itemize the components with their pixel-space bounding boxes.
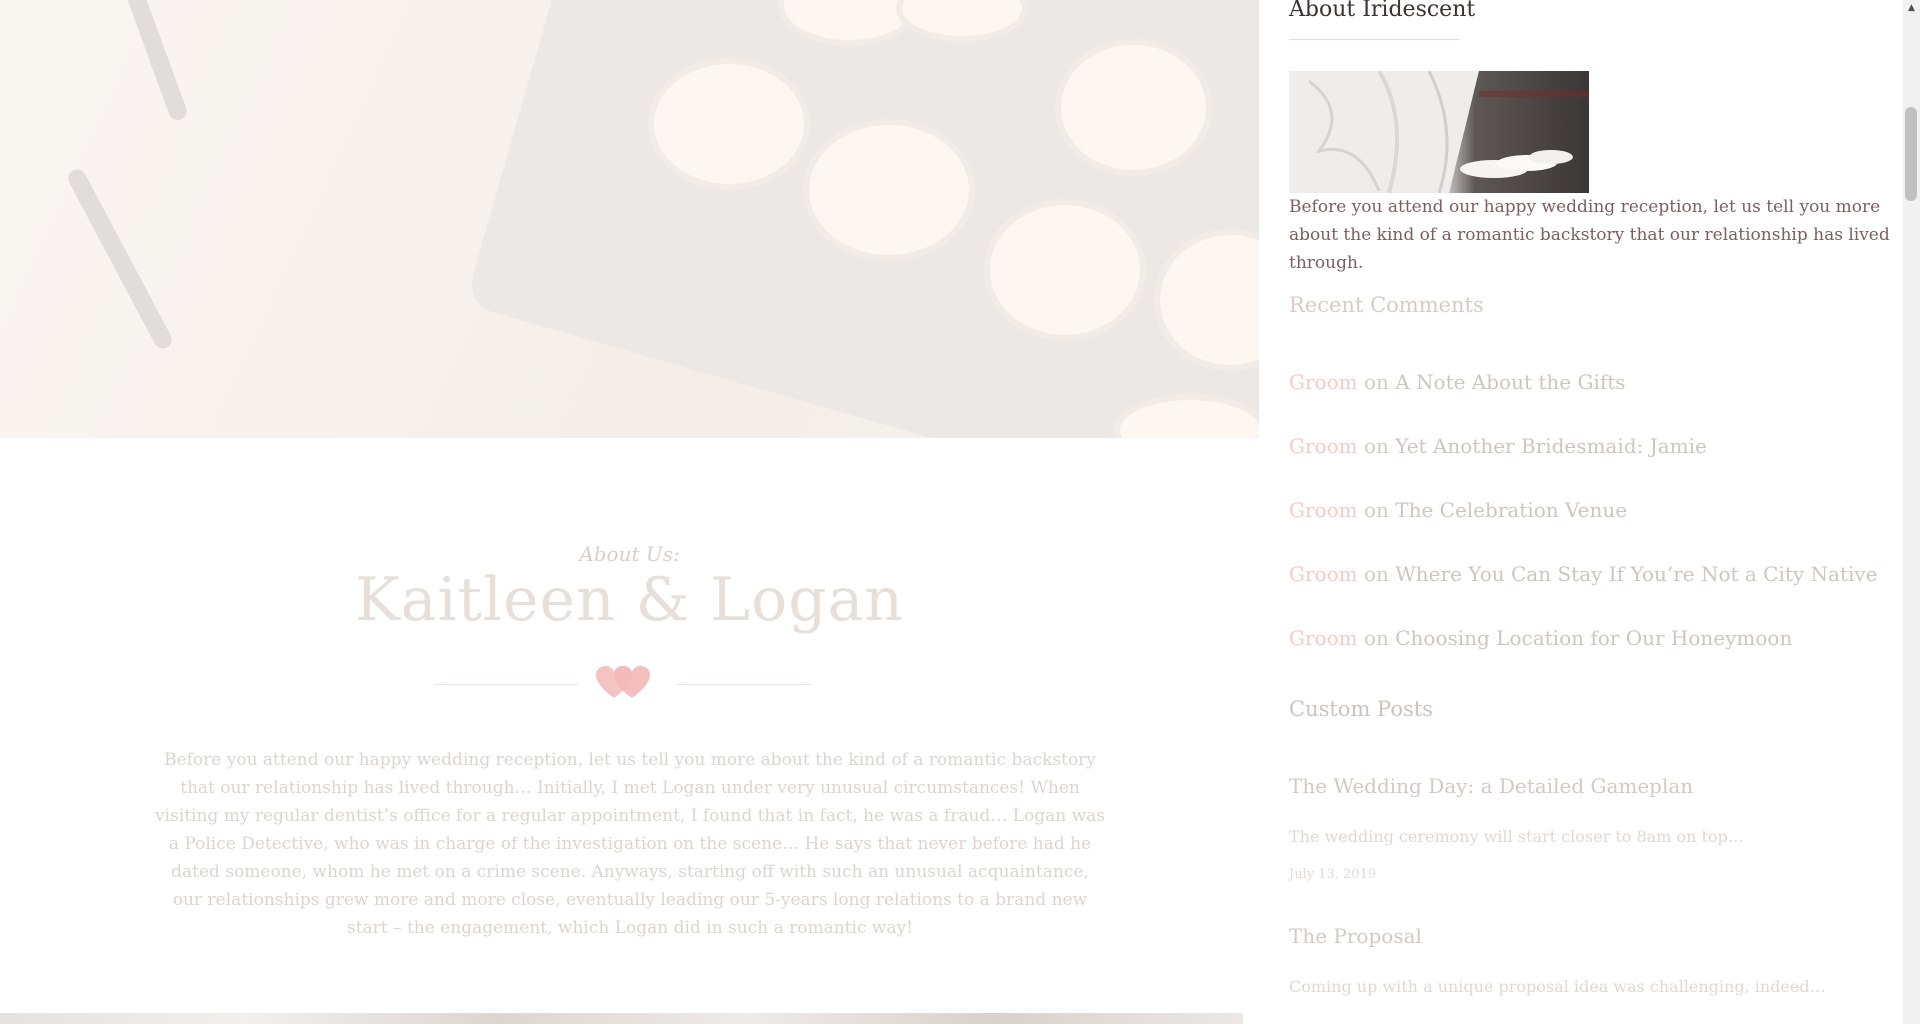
gallery-image-strip (0, 1013, 1243, 1024)
comment-post-link[interactable]: The Celebration Venue (1395, 498, 1627, 522)
comment-author[interactable]: Groom (1289, 626, 1358, 650)
comment-on-word: on (1363, 370, 1389, 394)
about-us-section: About Us: Kaitleen & Logan Before you at… (0, 438, 1259, 1013)
recent-comment-item[interactable]: Groom on Choosing Location for Our Honey… (1289, 626, 1792, 650)
comment-on-word: on (1363, 626, 1389, 650)
about-photo-bridal-shoes (1289, 71, 1589, 193)
page-scrollbar[interactable]: ▲ (1903, 0, 1920, 1024)
about-kicker: About Us: (579, 542, 680, 566)
custom-posts-title: Custom Posts (1289, 697, 1433, 721)
comment-author[interactable]: Groom (1289, 434, 1358, 458)
comment-post-link[interactable]: Choosing Location for Our Honeymoon (1395, 626, 1792, 650)
sidebar: About Iridescent Before you attend our h… (1289, 0, 1899, 1024)
comment-post-link[interactable]: Where You Can Stay If You’re Not a City … (1395, 562, 1877, 586)
about-widget-text: Before you attend our happy wedding rece… (1289, 197, 1890, 273)
comment-post-link[interactable]: A Note About the Gifts (1395, 370, 1625, 394)
divider-line-right (676, 684, 812, 685)
about-us-text: Before you attend our happy wedding rece… (155, 750, 1105, 938)
comment-author[interactable]: Groom (1289, 370, 1358, 394)
recent-comment-item[interactable]: Groom on A Note About the Gifts (1289, 370, 1626, 394)
hero-overlay (0, 0, 1259, 438)
custom-post-title-link[interactable]: The Wedding Day: a Detailed Gameplan (1289, 774, 1693, 798)
recent-comment-item[interactable]: Groom on Where You Can Stay If You’re No… (1289, 562, 1878, 586)
comment-on-word: on (1363, 434, 1389, 458)
recent-comment-item[interactable]: Groom on The Celebration Venue (1289, 498, 1627, 522)
comment-author[interactable]: Groom (1289, 498, 1358, 522)
comment-author[interactable]: Groom (1289, 562, 1358, 586)
custom-post-date: July 13, 2019 (1289, 867, 1377, 882)
scroll-up-arrow-icon[interactable]: ▲ (1903, 0, 1920, 17)
comment-on-word: on (1363, 498, 1389, 522)
custom-post-title-link[interactable]: The Proposal (1289, 924, 1422, 948)
couple-title: Kaitleen & Logan (354, 565, 905, 635)
comment-post-link[interactable]: Yet Another Bridesmaid: Jamie (1395, 434, 1707, 458)
about-widget-title: About Iridescent (1289, 0, 1476, 22)
bridal-shoes-illustration (1289, 71, 1589, 193)
comment-on-word: on (1363, 562, 1389, 586)
title-underline (1289, 39, 1459, 40)
main-content: About Us: Kaitleen & Logan Before you at… (0, 0, 1259, 1024)
divider-line-left (434, 684, 578, 685)
custom-post-excerpt: The wedding ceremony will start closer t… (1289, 827, 1744, 846)
heart-divider-icon (596, 666, 650, 698)
recent-comments-title: Recent Comments (1289, 293, 1484, 317)
recent-comment-item[interactable]: Groom on Yet Another Bridesmaid: Jamie (1289, 434, 1707, 458)
custom-post-excerpt: Coming up with a unique proposal idea wa… (1289, 977, 1826, 996)
hero-image-makeup-palette (0, 0, 1259, 438)
scroll-thumb[interactable] (1905, 107, 1917, 201)
